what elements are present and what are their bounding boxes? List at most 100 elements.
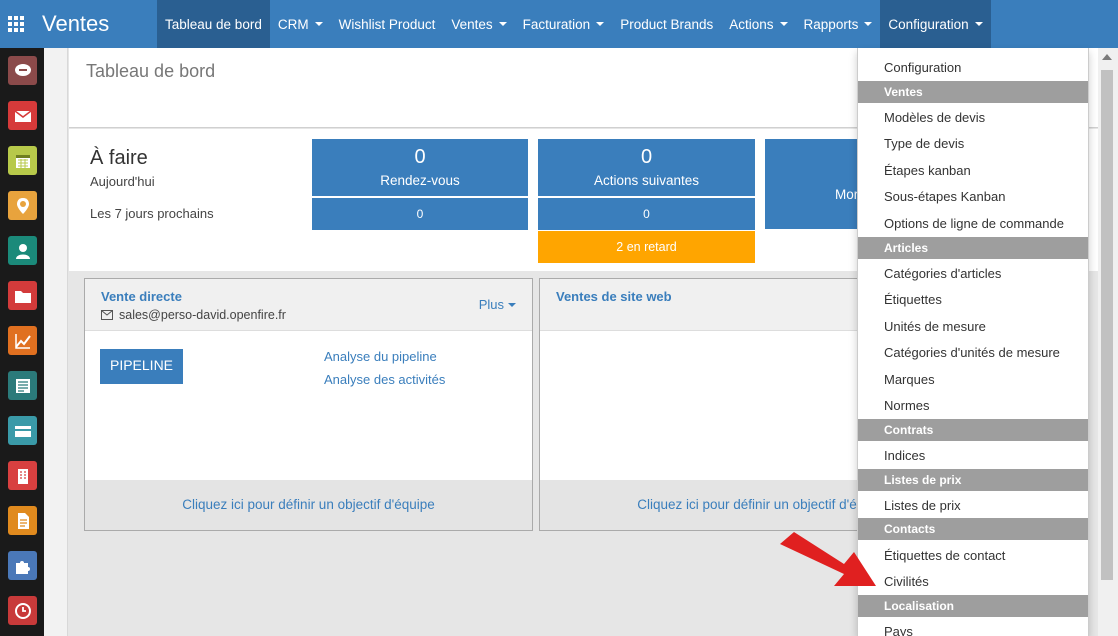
menu-section-contrats: Contrats	[858, 419, 1088, 441]
company-icon[interactable]	[8, 461, 37, 490]
payment-icon[interactable]	[8, 416, 37, 445]
calendar-icon[interactable]	[8, 146, 37, 175]
scroll-up-arrow-icon[interactable]	[1102, 54, 1112, 60]
menu-item-listes-prix[interactable]: Listes de prix	[884, 498, 961, 513]
caret-down-icon	[864, 22, 873, 26]
menu-configuration[interactable]: Configuration	[880, 0, 991, 48]
menu-section-listes-prix: Listes de prix	[858, 469, 1088, 491]
breadcrumb: Tableau de bord	[86, 61, 216, 81]
menu-product-brands[interactable]: Product Brands	[612, 0, 721, 48]
pipeline-button[interactable]: PIPELINE	[100, 349, 183, 384]
configuration-dropdown-menu: Configuration Ventes Modèles de devis Ty…	[857, 48, 1089, 636]
menu-actions[interactable]: Actions	[721, 0, 795, 48]
todo-week-label: Les 7 jours prochains	[90, 206, 214, 221]
menu-section-articles: Articles	[858, 237, 1088, 259]
kpi-actions-suivantes[interactable]: 0 Actions suivantes	[538, 139, 755, 196]
menu-label: Tableau de bord	[165, 16, 262, 32]
menu-item-unites-mesure[interactable]: Unités de mesure	[884, 319, 986, 334]
menu-label: Wishlist Product	[338, 16, 436, 32]
menu-label: Product Brands	[620, 16, 714, 32]
kpi-actions-week[interactable]: 0	[538, 198, 755, 230]
menu-facturation[interactable]: Facturation	[515, 0, 613, 48]
team-name[interactable]: Ventes de site web	[556, 289, 672, 304]
documents-icon[interactable]	[8, 281, 37, 310]
discuss-icon[interactable]	[8, 56, 37, 85]
top-navbar: Ventes Tableau de bord CRM Wishlist Prod…	[0, 0, 1118, 48]
menu-crm[interactable]: CRM	[270, 0, 331, 48]
menu-ventes[interactable]: Ventes	[443, 0, 514, 48]
mail-icon[interactable]	[8, 101, 37, 130]
scroll-thumb[interactable]	[1101, 70, 1113, 580]
apps-menu-icon[interactable]	[0, 0, 32, 48]
sales-chart-icon[interactable]	[8, 326, 37, 355]
todo-today-label: Aujourd'hui	[90, 174, 155, 189]
team-card-vente-directe: Vente directe sales@perso-david.openfire…	[84, 278, 533, 531]
app-sidebar	[0, 48, 44, 636]
menu-section-ventes: Ventes	[858, 81, 1088, 103]
more-label: Plus	[478, 297, 504, 312]
kpi-label: Actions suivantes	[593, 173, 700, 188]
notes-icon[interactable]	[8, 506, 37, 535]
caret-down-icon	[498, 22, 507, 26]
menu-item-modeles-devis[interactable]: Modèles de devis	[884, 110, 985, 125]
menu-rapports[interactable]: Rapports	[796, 0, 881, 48]
kpi-label: Rendez-vous	[380, 173, 460, 188]
menu-item-pays[interactable]: Pays	[884, 624, 913, 636]
team-name[interactable]: Vente directe	[101, 289, 182, 304]
menu-item-options-ligne-commande[interactable]: Options de ligne de commande	[884, 216, 1064, 231]
timesheet-icon[interactable]	[8, 596, 37, 625]
menu-item-civilites[interactable]: Civilités	[884, 574, 929, 589]
caret-down-icon	[779, 22, 788, 26]
menu-item-etiquettes[interactable]: Étiquettes	[884, 292, 942, 307]
menu-item-configuration[interactable]: Configuration	[884, 60, 961, 75]
sidebar-scrollbar[interactable]	[44, 48, 68, 636]
app-title: Ventes	[42, 11, 110, 36]
accounting-icon[interactable]	[8, 371, 37, 400]
menu-item-sous-etapes-kanban[interactable]: Sous-étapes Kanban	[884, 189, 1005, 204]
kpi-partial-card[interactable]: Mor	[765, 139, 865, 229]
menu-item-normes[interactable]: Normes	[884, 398, 930, 413]
page-scrollbar[interactable]	[1098, 48, 1118, 636]
caret-down-icon	[974, 22, 983, 26]
team-card-header: Vente directe sales@perso-david.openfire…	[85, 279, 532, 331]
menu-item-type-devis[interactable]: Type de devis	[884, 136, 964, 151]
kpi-label: Mor	[835, 187, 859, 202]
menu-section-contacts: Contacts	[858, 518, 1088, 540]
caret-down-icon	[508, 302, 516, 307]
menu-item-categories-unites-mesure[interactable]: Catégories d'unités de mesure	[884, 345, 1060, 360]
kpi-count: 0	[414, 146, 426, 168]
kpi-count: 0	[640, 146, 653, 168]
menu-label: Actions	[729, 16, 774, 32]
menu-label: Rapports	[803, 16, 859, 32]
menu-item-etiquettes-contact[interactable]: Étiquettes de contact	[884, 548, 1005, 563]
kpi-rendez-vous-week[interactable]: 0	[312, 198, 528, 230]
menu-label: CRM	[277, 16, 309, 32]
menu-wishlist-product[interactable]: Wishlist Product	[331, 0, 444, 48]
caret-down-icon	[596, 22, 605, 26]
team-goal-link[interactable]: Cliquez ici pour définir un objectif d'é…	[85, 480, 532, 530]
menu-item-marques[interactable]: Marques	[884, 372, 935, 387]
contacts-icon[interactable]	[8, 236, 37, 265]
main-menu: Tableau de bord CRM Wishlist Product Ven…	[157, 0, 991, 48]
menu-item-categories-articles[interactable]: Catégories d'articles	[884, 266, 1001, 281]
todo-title: À faire	[90, 147, 148, 169]
menu-tableau-de-bord[interactable]: Tableau de bord	[157, 0, 270, 48]
team-email-text: sales@perso-david.openfire.fr	[119, 308, 286, 322]
menu-item-indices[interactable]: Indices	[884, 448, 925, 463]
menu-item-etapes-kanban[interactable]: Étapes kanban	[884, 163, 971, 178]
menu-label: Configuration	[888, 16, 969, 32]
apps-puzzle-icon[interactable]	[8, 551, 37, 580]
red-annotation-arrow-icon	[780, 532, 876, 586]
menu-section-localisation: Localisation	[858, 595, 1088, 617]
link-analyse-pipeline[interactable]: Analyse du pipeline	[324, 349, 437, 364]
caret-down-icon	[314, 22, 323, 26]
menu-label: Facturation	[522, 16, 591, 32]
kpi-rendez-vous[interactable]: 0 Rendez-vous	[312, 139, 528, 196]
link-analyse-activites[interactable]: Analyse des activités	[324, 372, 445, 387]
menu-label: Ventes	[451, 16, 493, 32]
kpi-late-badge[interactable]: 2 en retard	[538, 231, 755, 263]
team-email: sales@perso-david.openfire.fr	[101, 308, 286, 322]
envelope-icon	[101, 310, 113, 320]
location-icon[interactable]	[8, 191, 37, 220]
more-dropdown[interactable]: Plus	[479, 297, 516, 312]
